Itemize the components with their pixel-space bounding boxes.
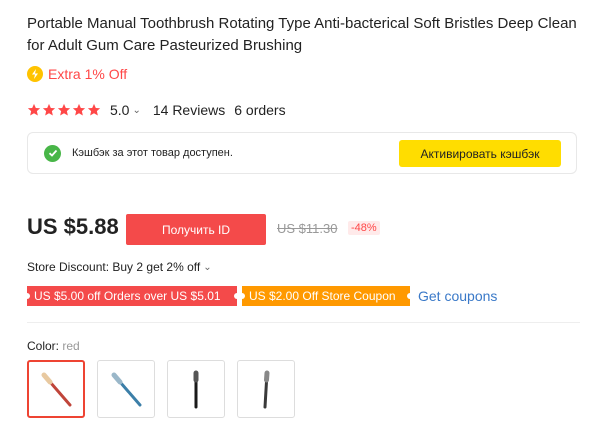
chevron-down-icon[interactable]: ⌄: [132, 105, 140, 116]
color-label-key: Color:: [27, 339, 60, 353]
rating-stars: [27, 103, 102, 117]
discount-badge: -48%: [348, 221, 380, 235]
swatch-black[interactable]: [167, 360, 225, 418]
get-id-button[interactable]: Получить ID: [126, 214, 266, 245]
color-label: Color: red: [27, 339, 80, 353]
get-coupons-link[interactable]: Get coupons: [418, 288, 497, 304]
check-icon: [44, 144, 61, 162]
toothbrush-black-icon: [193, 370, 199, 409]
current-price: US $5.88: [27, 214, 119, 239]
store-discount[interactable]: Store Discount: Buy 2 get 2% off ⌄: [27, 260, 224, 274]
swatch-red[interactable]: [27, 360, 85, 418]
star-icon: [72, 103, 86, 116]
coupon-store[interactable]: US $2.00 Off Store Coupon: [239, 286, 413, 306]
swatch-gray[interactable]: [237, 360, 295, 418]
cashback-text: Кэшбэк за этот товар доступен.: [72, 147, 233, 159]
old-price: US $11.30: [277, 221, 338, 236]
activate-cashback-button[interactable]: Активировать кэшбэк: [399, 140, 561, 167]
extra-offer-text: Extra 1% Off: [48, 66, 128, 82]
color-swatches: [27, 360, 307, 418]
cashback-banner: Кэшбэк за этот товар доступен. Активиров…: [27, 132, 577, 174]
color-selected-value: red: [62, 339, 80, 353]
star-icon: [87, 103, 101, 116]
divider: [27, 322, 580, 323]
star-icon: [42, 103, 56, 116]
toothbrush-blue-icon: [111, 372, 142, 407]
toothbrush-gray-icon: [263, 370, 270, 409]
coin-icon: [27, 66, 43, 82]
swatch-blue[interactable]: [97, 360, 155, 418]
reviews-link[interactable]: 14 Reviews: [153, 102, 225, 118]
rating-row: 5.0 ⌄ 14 Reviews 6 orders: [27, 100, 286, 120]
star-icon: [27, 103, 41, 116]
toothbrush-red-icon: [41, 372, 72, 407]
product-title: Portable Manual Toothbrush Rotating Type…: [27, 15, 577, 54]
extra-offer: Extra 1% Off: [27, 66, 127, 82]
star-icon: [57, 103, 71, 116]
store-discount-text: Store Discount: Buy 2 get 2% off: [27, 260, 201, 274]
coupon-orders[interactable]: US $5.00 off Orders over US $5.01: [24, 286, 240, 306]
rating-value[interactable]: 5.0: [110, 102, 129, 118]
chevron-down-icon: ⌄: [203, 261, 212, 273]
coupon-row: US $5.00 off Orders over US $5.01 US $2.…: [24, 286, 497, 306]
orders-count: 6 orders: [234, 102, 286, 118]
